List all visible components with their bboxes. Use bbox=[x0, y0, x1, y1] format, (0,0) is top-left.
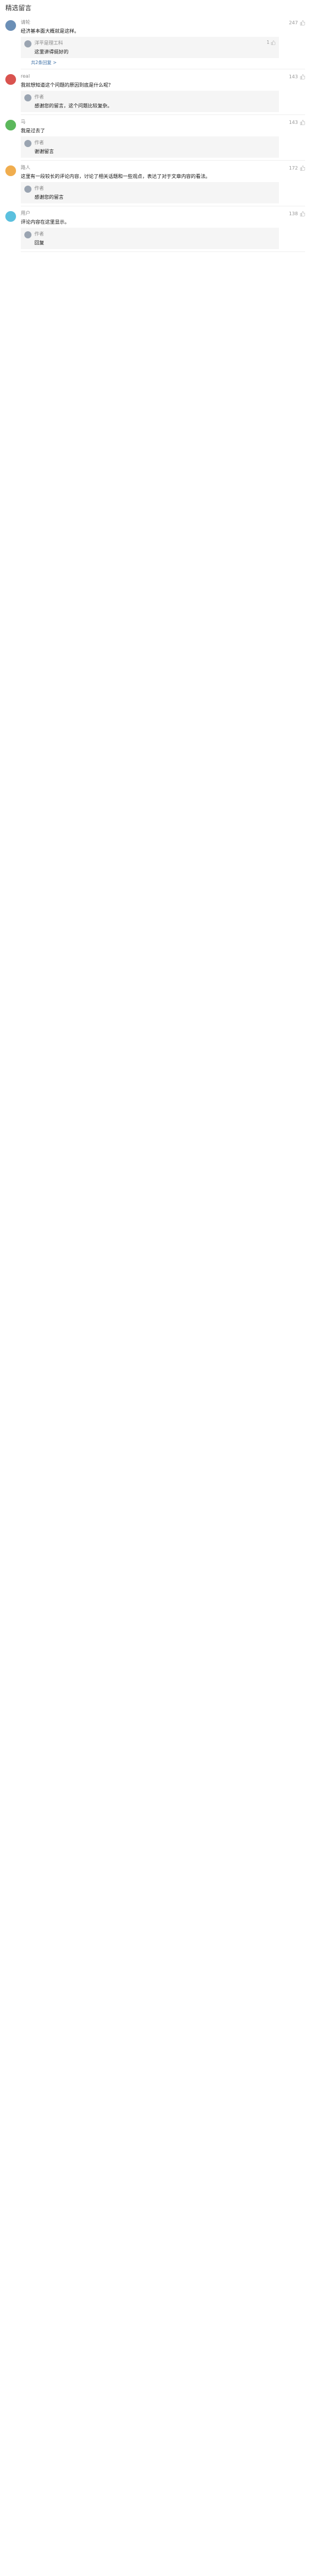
comment-item: real 我就想知道这个问题的原因到底是什么呢？ 作者感谢您的留言，这个问题比较复杂… bbox=[5, 69, 305, 114]
like-count: 172 bbox=[288, 165, 298, 171]
commenter-name[interactable]: real bbox=[21, 73, 279, 80]
reply-text: 谢谢留言 bbox=[34, 148, 54, 154]
comment-text: 这里有一段较长的评论内容，讨论了相关话题和一些观点，表达了对于文章内容的看法。 bbox=[21, 173, 211, 179]
comment-text: 评论内容在这里显示。 bbox=[21, 219, 69, 225]
like-count: 143 bbox=[288, 74, 298, 79]
commenter-name[interactable]: 请轮 bbox=[21, 19, 279, 26]
comment-list: 请轮 经济基本面大概就是这样。 洋平是理工科 这里讲得挺好的 1 共2条回复 >247 re… bbox=[0, 15, 311, 252]
divider bbox=[21, 251, 305, 252]
thumbs-up-icon bbox=[300, 120, 305, 125]
reply-author-name[interactable]: 作者 bbox=[34, 94, 252, 101]
thumbs-up-icon bbox=[300, 74, 305, 79]
like-button[interactable]: 172 bbox=[289, 165, 305, 171]
replies-box: 作者 感谢您的留言 bbox=[21, 182, 279, 203]
reply-item: 洋平是理工科 这里讲得挺好的 1 bbox=[24, 39, 275, 56]
thumbs-up-icon bbox=[300, 211, 305, 216]
like-count: 247 bbox=[288, 20, 298, 25]
comment-body: 路人这里有一段较长的评论内容，讨论了相关话题和一些观点，表达了对于文章内容的看法… bbox=[21, 164, 305, 203]
comment-body: 请轮 经济基本面大概就是这样。 洋平是理工科 这里讲得挺好的 1 共2条回复 > bbox=[21, 19, 305, 66]
like-count: 138 bbox=[288, 211, 298, 216]
avatar[interactable] bbox=[5, 165, 16, 176]
more-replies-link[interactable]: 共2条回复 > bbox=[21, 58, 279, 66]
like-button[interactable]: 247 bbox=[289, 20, 305, 25]
like-count: 143 bbox=[288, 120, 298, 125]
replies-box: 作者感谢您的留言，这个问题比较复杂。 bbox=[21, 91, 279, 112]
reply-text: 回复 bbox=[34, 240, 45, 246]
comment-item: 路人这里有一段较长的评论内容，讨论了相关话题和一些观点，表达了对于文章内容的看法… bbox=[5, 161, 305, 206]
comment-item: 用户 评论内容在这里显示。 作者 回复 138 bbox=[5, 206, 305, 251]
avatar[interactable] bbox=[5, 211, 16, 222]
comment-text: 我就想知道这个问题的原因到底是什么呢？ bbox=[21, 82, 113, 88]
replies-box: 作者 回复 bbox=[21, 228, 279, 249]
replies-box: 作者 谢谢留言 bbox=[21, 136, 279, 158]
comment-body: real 我就想知道这个问题的原因到底是什么呢？ 作者感谢您的留言，这个问题比较复杂… bbox=[21, 73, 305, 112]
like-button[interactable]: 138 bbox=[289, 211, 305, 216]
reply-body: 作者 感谢您的留言 bbox=[34, 185, 275, 200]
reply-text: 感谢您的留言 bbox=[34, 194, 64, 200]
reply-body: 作者 回复 bbox=[34, 231, 275, 246]
comment-body: 用户评论内容在这里显示。作者回复 bbox=[21, 210, 305, 249]
thumbs-up-icon bbox=[300, 20, 305, 25]
avatar[interactable] bbox=[5, 120, 16, 130]
like-button[interactable]: 143 bbox=[289, 120, 305, 125]
reply-author-name[interactable]: 作者 bbox=[34, 139, 252, 146]
reply-text: 感谢您的留言，这个问题比较复杂。 bbox=[34, 103, 113, 109]
reply-like-button[interactable]: 1 bbox=[266, 40, 275, 45]
reply-author-name[interactable]: 作者 bbox=[34, 185, 252, 192]
reply-avatar[interactable] bbox=[24, 94, 31, 101]
reply-author-name[interactable]: 洋平是理工科 bbox=[34, 40, 252, 47]
reply-text: 这里讲得挺好的 bbox=[34, 49, 69, 55]
avatar[interactable] bbox=[5, 20, 16, 31]
reply-item: 作者 谢谢留言 bbox=[24, 138, 275, 156]
replies-box: 洋平是理工科 这里讲得挺好的 1 bbox=[21, 37, 279, 58]
reply-like-count: 1 bbox=[266, 40, 269, 45]
reply-body: 洋平是理工科 这里讲得挺好的 bbox=[34, 40, 275, 55]
comment-body: 马我是过去了作者谢谢留言 bbox=[21, 119, 305, 158]
comment-item: 请轮 经济基本面大概就是这样。 洋平是理工科 这里讲得挺好的 1 共2条回复 >247 bbox=[5, 15, 305, 69]
reply-body: 作者感谢您的留言，这个问题比较复杂。 bbox=[34, 94, 275, 109]
reply-body: 作者 谢谢留言 bbox=[34, 139, 275, 155]
commenter-name[interactable]: 路人 bbox=[21, 164, 279, 171]
like-button[interactable]: 143 bbox=[289, 74, 305, 79]
avatar[interactable] bbox=[5, 74, 16, 85]
reply-item: 作者 感谢您的留言 bbox=[24, 184, 275, 202]
commenter-name[interactable]: 用户 bbox=[21, 210, 279, 217]
section-header: 精选留言 bbox=[0, 0, 311, 15]
reply-avatar[interactable] bbox=[24, 140, 31, 147]
reply-avatar[interactable] bbox=[24, 186, 31, 193]
comment-text: 我是过去了 bbox=[21, 127, 45, 133]
reply-author-name[interactable]: 作者 bbox=[34, 231, 252, 238]
thumbs-up-icon bbox=[271, 40, 275, 45]
reply-avatar[interactable] bbox=[24, 231, 31, 238]
commenter-name[interactable]: 马 bbox=[21, 119, 279, 126]
reply-item: 作者 回复 bbox=[24, 229, 275, 247]
reply-item: 作者感谢您的留言，这个问题比较复杂。 bbox=[24, 93, 275, 110]
reply-avatar[interactable] bbox=[24, 40, 31, 47]
thumbs-up-icon bbox=[300, 165, 305, 171]
comment-item: 马我是过去了 作者 谢谢留言 143 bbox=[5, 115, 305, 160]
section-title: 精选留言 bbox=[5, 4, 31, 12]
comment-text: 经济基本面大概就是这样。 bbox=[21, 28, 80, 34]
